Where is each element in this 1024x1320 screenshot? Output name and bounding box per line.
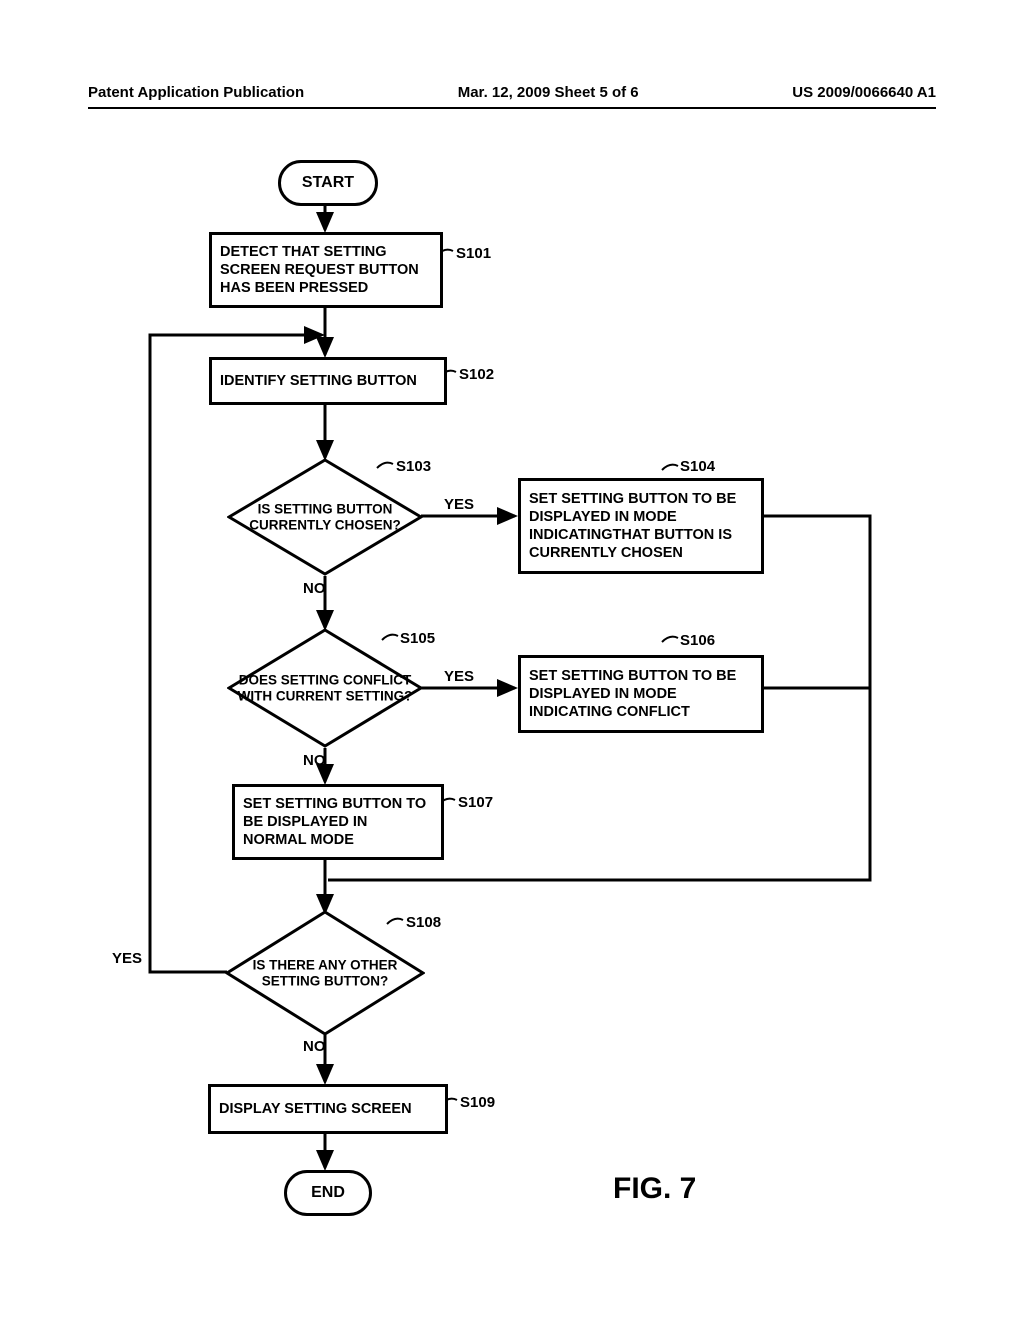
label-s106: S106 <box>680 632 715 649</box>
step-s104: SET SETTING BUTTON TO BE DISPLAYED IN MO… <box>518 478 764 574</box>
decision-s108: IS THERE ANY OTHER SETTING BUTTON? <box>225 910 425 1036</box>
flow-connectors <box>0 0 1024 1320</box>
step-s102-text: IDENTIFY SETTING BUTTON <box>220 372 417 390</box>
figure-label: FIG. 7 <box>613 1172 696 1206</box>
label-s107: S107 <box>458 794 493 811</box>
end-terminator: END <box>284 1170 372 1216</box>
s105-no: NO <box>303 752 326 769</box>
start-terminator: START <box>278 160 378 206</box>
page-header: Patent Application Publication Mar. 12, … <box>88 84 936 109</box>
step-s104-text: SET SETTING BUTTON TO BE DISPLAYED IN MO… <box>529 490 753 563</box>
s103-yes: YES <box>444 496 474 513</box>
s105-yes: YES <box>444 668 474 685</box>
header-right: US 2009/0066640 A1 <box>792 84 936 101</box>
step-s106-text: SET SETTING BUTTON TO BE DISPLAYED IN MO… <box>529 667 753 721</box>
header-center: Mar. 12, 2009 Sheet 5 of 6 <box>458 84 639 101</box>
s103-no: NO <box>303 580 326 597</box>
step-s106: SET SETTING BUTTON TO BE DISPLAYED IN MO… <box>518 655 764 733</box>
decision-s103-text: IS SETTING BUTTON CURRENTLY CHOSEN? <box>227 501 423 532</box>
decision-s105: DOES SETTING CONFLICT WITH CURRENT SETTI… <box>227 628 423 748</box>
s108-yes: YES <box>112 950 142 967</box>
decision-s103: IS SETTING BUTTON CURRENTLY CHOSEN? <box>227 458 423 576</box>
s108-no: NO <box>303 1038 326 1055</box>
label-s101: S101 <box>456 245 491 262</box>
step-s107: SET SETTING BUTTON TO BE DISPLAYED IN NO… <box>232 784 444 860</box>
start-label: START <box>302 174 354 192</box>
step-s102: IDENTIFY SETTING BUTTON <box>209 357 447 405</box>
label-s103: S103 <box>396 458 431 475</box>
end-label: END <box>311 1184 345 1202</box>
step-s109: DISPLAY SETTING SCREEN <box>208 1084 448 1134</box>
label-s105: S105 <box>400 630 435 647</box>
page: Patent Application Publication Mar. 12, … <box>0 0 1024 1320</box>
label-s102: S102 <box>459 366 494 383</box>
decision-s108-text: IS THERE ANY OTHER SETTING BUTTON? <box>225 957 425 988</box>
step-s101-text: DETECT THAT SETTING SCREEN REQUEST BUTTO… <box>220 243 432 297</box>
label-s108: S108 <box>406 914 441 931</box>
step-s101: DETECT THAT SETTING SCREEN REQUEST BUTTO… <box>209 232 443 308</box>
decision-s105-text: DOES SETTING CONFLICT WITH CURRENT SETTI… <box>227 672 423 703</box>
label-s109: S109 <box>460 1094 495 1111</box>
step-s109-text: DISPLAY SETTING SCREEN <box>219 1100 412 1118</box>
header-left: Patent Application Publication <box>88 84 304 101</box>
label-s104: S104 <box>680 458 715 475</box>
step-s107-text: SET SETTING BUTTON TO BE DISPLAYED IN NO… <box>243 795 433 849</box>
